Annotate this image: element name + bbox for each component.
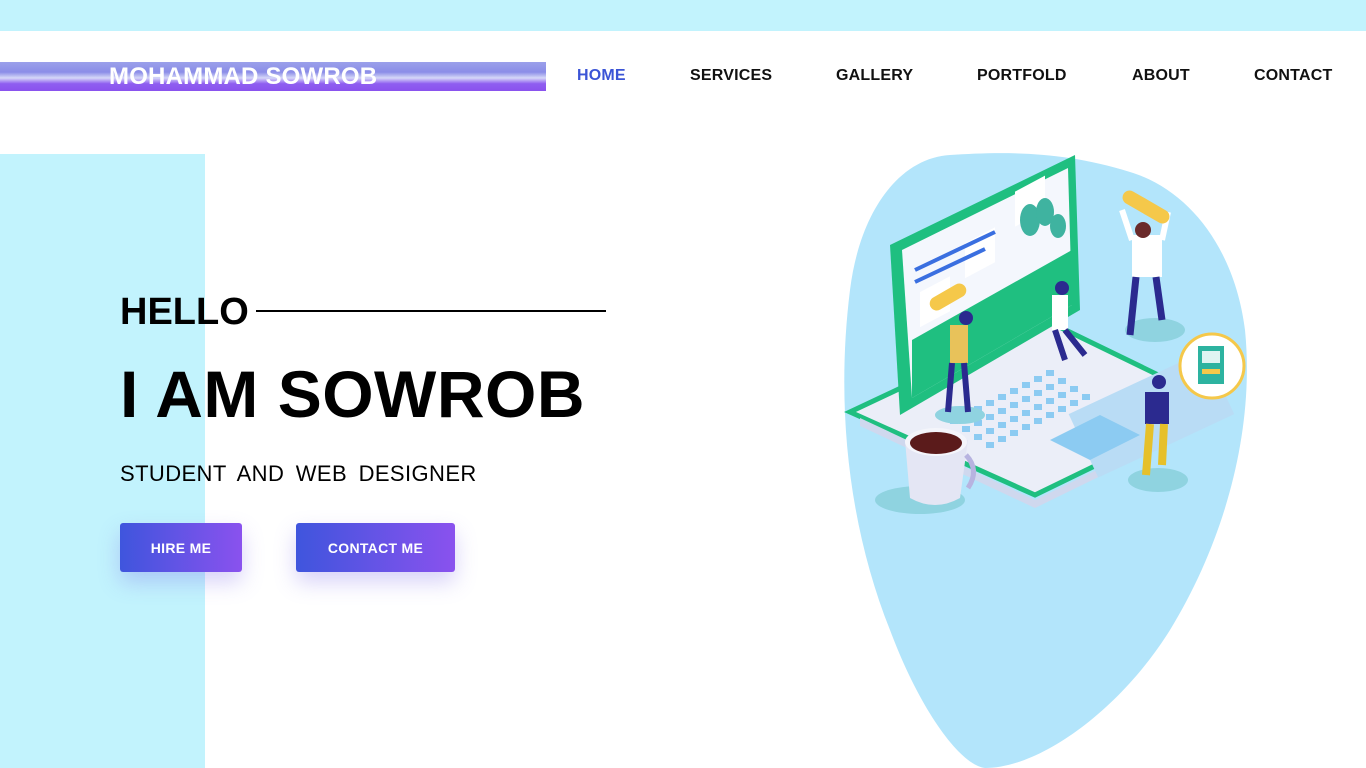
hero-greeting: HELLO bbox=[120, 291, 249, 333]
main-nav: HOME SERVICES GALLERY PORTFOLD ABOUT CON… bbox=[0, 64, 1366, 88]
nav-item-services[interactable]: SERVICES bbox=[690, 64, 772, 88]
top-accent-strip bbox=[0, 0, 1366, 31]
hero-title: I AM SOWROB bbox=[120, 357, 586, 431]
hero-subtitle: STUDENT AND WEB DESIGNER bbox=[120, 461, 477, 486]
nav-item-contact[interactable]: CONTACT bbox=[1254, 64, 1332, 88]
greeting-divider-line bbox=[256, 310, 606, 312]
nav-item-gallery[interactable]: GALLERY bbox=[836, 64, 913, 88]
nav-item-portfold[interactable]: PORTFOLD bbox=[977, 64, 1067, 88]
hire-me-button[interactable]: HIRE ME bbox=[120, 523, 242, 572]
nav-item-about[interactable]: ABOUT bbox=[1132, 64, 1190, 88]
nav-item-home[interactable]: HOME bbox=[577, 64, 626, 88]
laptop-team-illustration bbox=[844, 153, 1247, 768]
contact-me-button[interactable]: CONTACT ME bbox=[296, 523, 455, 572]
